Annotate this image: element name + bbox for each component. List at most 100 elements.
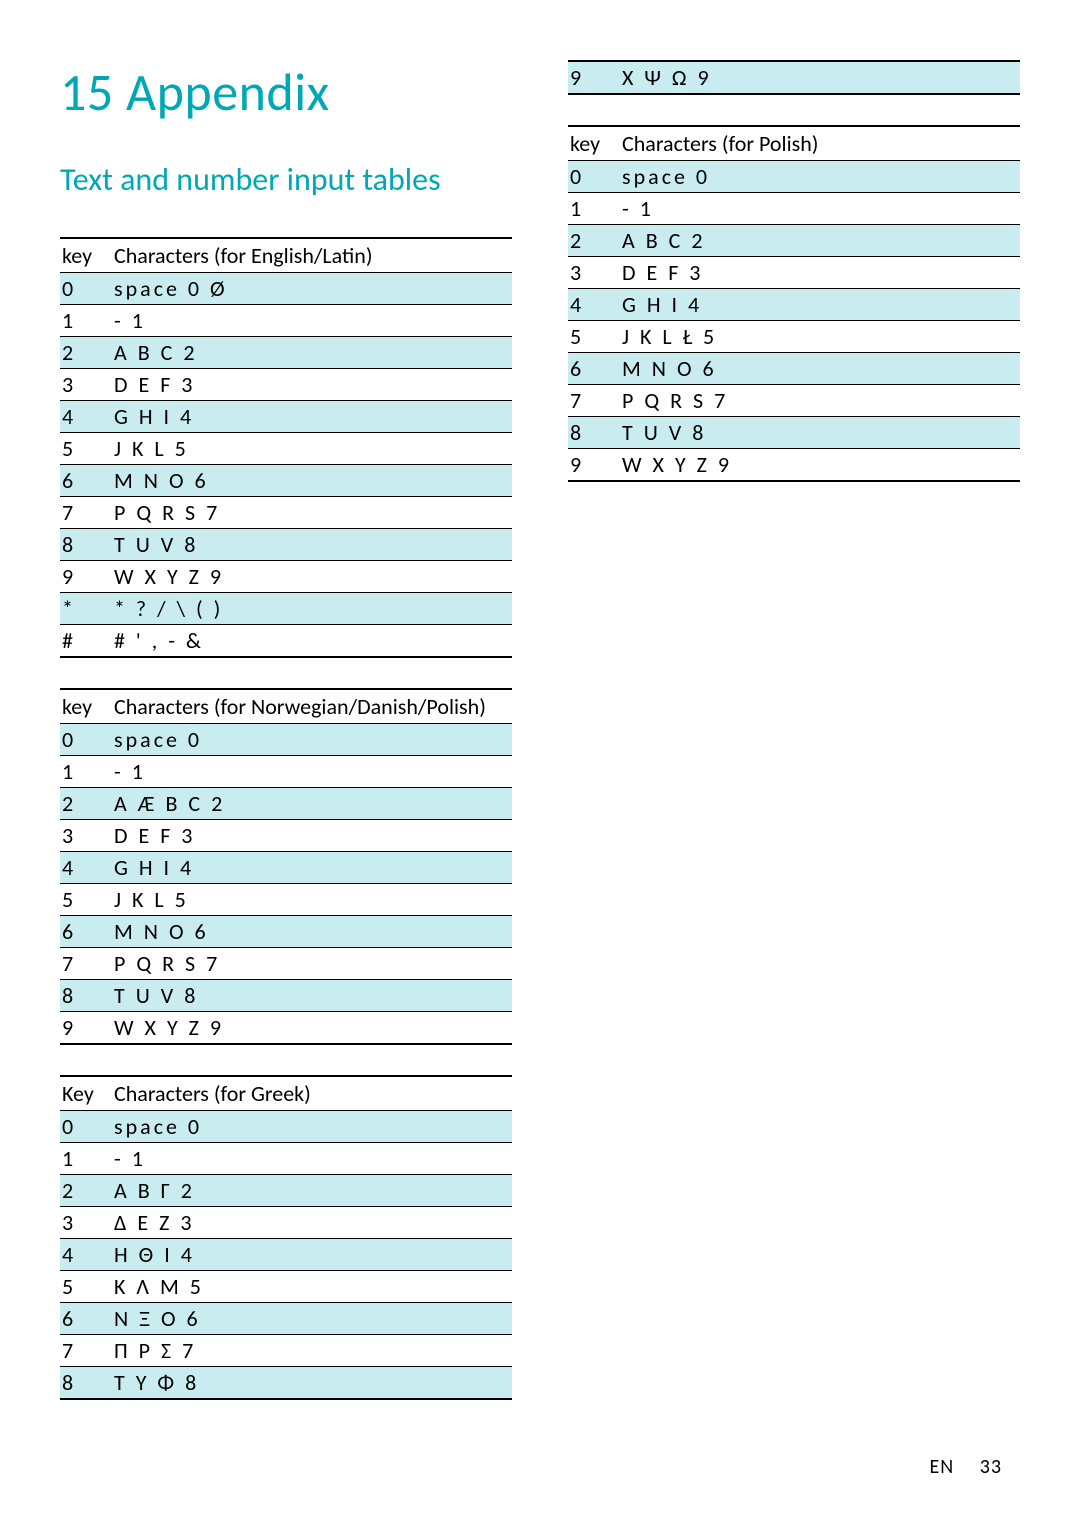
chapter-title: Appendix	[126, 60, 330, 124]
cell-key: 5	[60, 884, 112, 916]
header-key: key	[568, 126, 620, 161]
cell-key: 0	[60, 724, 112, 756]
cell-key: 7	[568, 385, 620, 417]
cell-chars: G H I 4	[620, 289, 1020, 321]
footer-language: EN	[930, 1455, 955, 1479]
table-row: 5J K L 5	[60, 884, 512, 916]
table-row: 0space 0 Ø	[60, 273, 512, 305]
cell-chars: A Æ B C 2	[112, 788, 512, 820]
table-header-row: keyCharacters (for Polish)	[568, 126, 1020, 161]
table-row: 2Α Β Γ 2	[60, 1175, 512, 1207]
table-row: 8T U V 8	[568, 417, 1020, 449]
page-footer: EN 33	[930, 1455, 1003, 1479]
table-header-row: KeyCharacters (for Greek)	[60, 1076, 512, 1111]
table-header-row: keyCharacters (for English/Latin)	[60, 238, 512, 273]
cell-chars: space 0	[112, 1111, 512, 1143]
cell-chars: J K L 5	[112, 433, 512, 465]
cell-key: 1	[60, 756, 112, 788]
cell-key: 2	[60, 1175, 112, 1207]
cell-key: 0	[60, 1111, 112, 1143]
table-row: 2A B C 2	[60, 337, 512, 369]
cell-chars: space 0	[112, 724, 512, 756]
cell-key: 5	[60, 1271, 112, 1303]
table-row: 4G H I 4	[568, 289, 1020, 321]
cell-chars: P Q R S 7	[620, 385, 1020, 417]
cell-chars: Η Θ Ι 4	[112, 1239, 512, 1271]
cell-chars: J K L 5	[112, 884, 512, 916]
cell-key: 9	[568, 449, 620, 482]
cell-chars: W X Y Z 9	[112, 561, 512, 593]
cell-key: 1	[568, 193, 620, 225]
table-row: 3Δ Ε Ζ 3	[60, 1207, 512, 1239]
cell-key: 7	[60, 497, 112, 529]
cell-key: 8	[568, 417, 620, 449]
table-row: 8T U V 8	[60, 980, 512, 1012]
cell-chars: T U V 8	[112, 980, 512, 1012]
cell-key: 1	[60, 305, 112, 337]
cell-chars: M N O 6	[620, 353, 1020, 385]
table-row: 0space 0	[60, 724, 512, 756]
cell-chars: - 1	[620, 193, 1020, 225]
cell-chars: J K L Ł 5	[620, 321, 1020, 353]
page: 15 Appendix Text and number input tables…	[0, 0, 1080, 1527]
cell-chars: - 1	[112, 305, 512, 337]
cell-key: 2	[60, 337, 112, 369]
cell-key: 3	[568, 257, 620, 289]
cell-key: 6	[60, 465, 112, 497]
cell-key: 5	[60, 433, 112, 465]
right-column: 9Χ Ψ Ω 9keyCharacters (for Polish)0space…	[568, 60, 1020, 1430]
header-chars: Characters (for Norwegian/Danish/Polish)	[112, 689, 512, 724]
left-column: 15 Appendix Text and number input tables…	[60, 60, 512, 1430]
cell-chars: W X Y Z 9	[620, 449, 1020, 482]
cell-key: 7	[60, 948, 112, 980]
table-row: 0space 0	[60, 1111, 512, 1143]
table-row: 9W X Y Z 9	[60, 1012, 512, 1045]
footer-page-number: 33	[980, 1455, 1002, 1479]
table-row: ** ? / \ ( )	[60, 593, 512, 625]
cell-key: 2	[60, 788, 112, 820]
cell-chars: D E F 3	[112, 369, 512, 401]
cell-chars: T U V 8	[112, 529, 512, 561]
chapter-heading: 15 Appendix	[60, 60, 512, 124]
cell-chars: D E F 3	[112, 820, 512, 852]
table-row: 6M N O 6	[60, 916, 512, 948]
table-header-row: keyCharacters (for Norwegian/Danish/Poli…	[60, 689, 512, 724]
cell-key: 0	[60, 273, 112, 305]
cell-chars: P Q R S 7	[112, 497, 512, 529]
cell-chars: Δ Ε Ζ 3	[112, 1207, 512, 1239]
cell-chars: Α Β Γ 2	[112, 1175, 512, 1207]
cell-chars: W X Y Z 9	[112, 1012, 512, 1045]
cell-chars: A B C 2	[620, 225, 1020, 257]
cell-key: *	[60, 593, 112, 625]
column-layout: 15 Appendix Text and number input tables…	[60, 60, 1020, 1430]
cell-key: 9	[60, 1012, 112, 1045]
cell-chars: Τ Υ Φ 8	[112, 1367, 512, 1400]
table-row: 7Π Ρ Σ 7	[60, 1335, 512, 1367]
cell-key: 1	[60, 1143, 112, 1175]
cell-key: 0	[568, 161, 620, 193]
cell-key: 2	[568, 225, 620, 257]
right-tables: 9Χ Ψ Ω 9keyCharacters (for Polish)0space…	[568, 60, 1020, 482]
cell-chars: Π Ρ Σ 7	[112, 1335, 512, 1367]
section-heading: Text and number input tables	[60, 160, 512, 199]
cell-chars: G H I 4	[112, 401, 512, 433]
table-row: 1- 1	[568, 193, 1020, 225]
cell-key: 9	[568, 61, 620, 94]
cell-chars: Ν Ξ Ο 6	[112, 1303, 512, 1335]
table-row: 3D E F 3	[60, 820, 512, 852]
cell-chars: * ? / \ ( )	[112, 593, 512, 625]
cell-key: 4	[568, 289, 620, 321]
table-row: 2A Æ B C 2	[60, 788, 512, 820]
cell-chars: space 0	[620, 161, 1020, 193]
cell-key: 4	[60, 1239, 112, 1271]
cell-chars: G H I 4	[112, 852, 512, 884]
cell-key: 9	[60, 561, 112, 593]
char-table: keyCharacters (for Norwegian/Danish/Poli…	[60, 688, 512, 1045]
cell-chars: P Q R S 7	[112, 948, 512, 980]
cell-key: 8	[60, 529, 112, 561]
header-chars: Characters (for Polish)	[620, 126, 1020, 161]
table-row: 5J K L Ł 5	[568, 321, 1020, 353]
cell-chars: # ' , - &	[112, 625, 512, 658]
table-row: 0space 0	[568, 161, 1020, 193]
table-row: 4G H I 4	[60, 401, 512, 433]
